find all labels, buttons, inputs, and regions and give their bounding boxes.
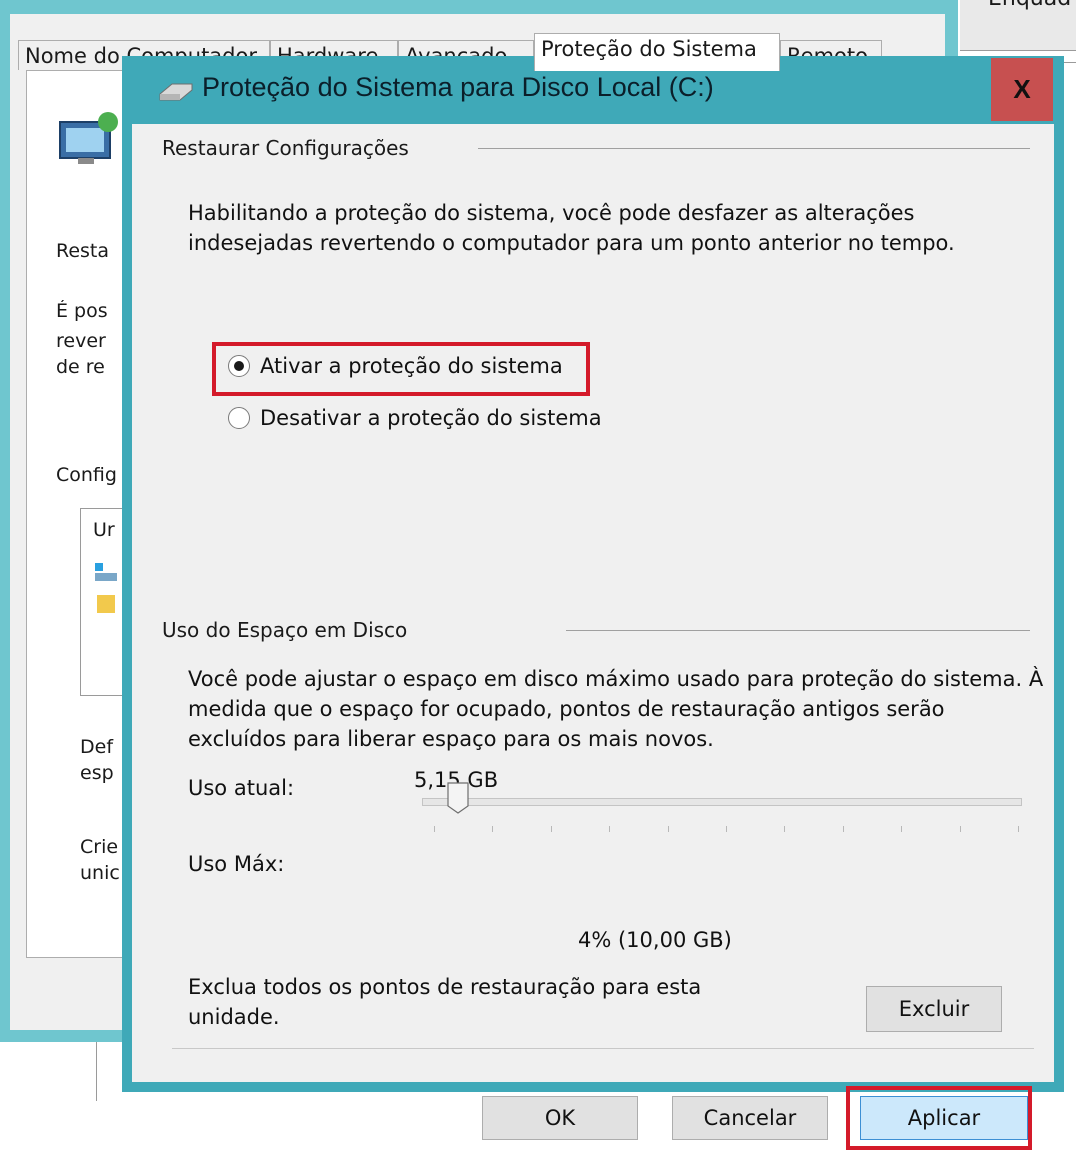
slider-tick xyxy=(550,826,552,832)
bg-define-line1: Def xyxy=(80,736,114,758)
slider-tick xyxy=(959,826,961,832)
bg-desc-line2: rever xyxy=(56,330,106,352)
slider-tick xyxy=(726,826,727,832)
delete-button[interactable]: Excluir xyxy=(866,986,1002,1032)
slider-tick xyxy=(492,826,494,832)
slider-tick xyxy=(1018,826,1019,832)
tab-system-protection[interactable]: Proteção do Sistema xyxy=(534,33,780,71)
disk-usage-description: Você pode ajustar o espaço em disco máxi… xyxy=(188,667,1044,751)
slider-tick xyxy=(901,826,903,832)
radio-enable-protection[interactable]: Ativar a proteção do sistema xyxy=(228,354,563,378)
bg-desc-line3: de re xyxy=(56,356,105,378)
cancel-button[interactable]: Cancelar xyxy=(672,1096,828,1140)
max-usage-value: 4% (10,00 GB) xyxy=(578,928,732,952)
max-usage-slider-track[interactable] xyxy=(422,798,1022,806)
section-divider xyxy=(566,630,1030,631)
section-divider xyxy=(478,148,1030,149)
bg-desc-line1: É pos xyxy=(56,300,108,322)
footer-divider xyxy=(172,1048,1034,1049)
background-right-panel: Enquad xyxy=(960,0,1076,51)
bg-config-heading: Config xyxy=(56,464,117,486)
max-usage-slider-thumb[interactable] xyxy=(447,782,469,814)
radio-button-unchecked[interactable] xyxy=(228,407,250,429)
max-usage-label: Uso Máx: xyxy=(188,852,285,876)
dialog-title: Proteção do Sistema para Disco Local (C:… xyxy=(202,72,714,102)
slider-tick xyxy=(784,826,786,832)
divider xyxy=(96,1042,97,1101)
bg-top-right-fragment: Enquad xyxy=(988,0,1076,11)
slider-tick xyxy=(842,826,844,832)
hard-drive-icon xyxy=(159,83,193,101)
computer-icon xyxy=(59,112,118,164)
folder-icon xyxy=(97,595,115,613)
radio-disable-label: Desativar a proteção do sistema xyxy=(260,406,602,430)
restore-description: Habilitando a proteção do sistema, você … xyxy=(188,201,955,255)
slider-tick xyxy=(609,826,611,832)
delete-description: Exclua todos os pontos de restauração pa… xyxy=(188,975,702,1029)
system-protection-dialog: Proteção do Sistema para Disco Local (C:… xyxy=(122,56,1064,1150)
radio-disable-protection[interactable]: Desativar a proteção do sistema xyxy=(228,406,602,430)
bg-define-line2: esp xyxy=(80,762,114,784)
highlight-box xyxy=(846,1086,1032,1150)
radio-button-checked[interactable] xyxy=(228,355,250,377)
close-button[interactable]: X xyxy=(991,58,1053,121)
bg-restore-heading: Resta xyxy=(56,240,110,262)
dialog-body: Restaurar Configurações Habilitando a pr… xyxy=(132,124,1054,1150)
radio-enable-label: Ativar a proteção do sistema xyxy=(260,354,563,378)
bg-create-line2: unic xyxy=(80,862,120,884)
ok-button[interactable]: OK xyxy=(482,1096,638,1140)
current-usage-label: Uso atual: xyxy=(188,776,295,800)
slider-tick xyxy=(434,826,435,832)
slider-tick xyxy=(667,826,669,832)
restore-settings-title: Restaurar Configurações xyxy=(162,136,409,160)
disk-usage-title: Uso do Espaço em Disco xyxy=(162,618,408,642)
drive-icon-small xyxy=(95,563,117,581)
bg-create-line1: Crie xyxy=(80,836,119,858)
